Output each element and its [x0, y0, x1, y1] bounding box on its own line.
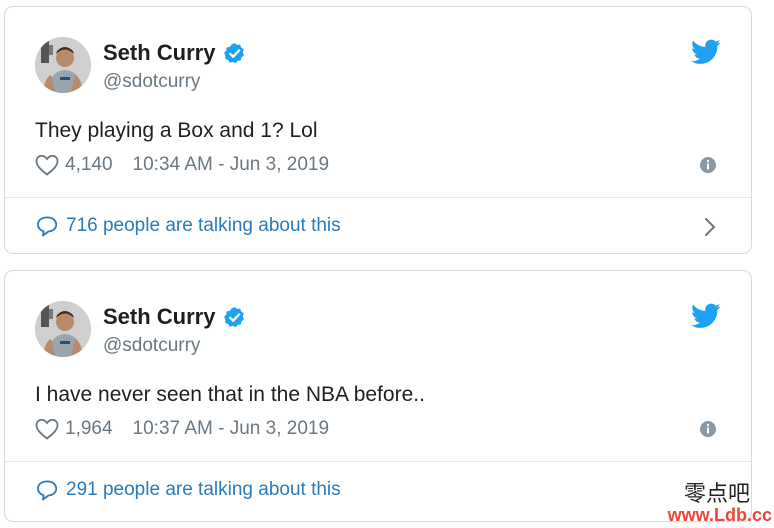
- comment-bubble-icon: [37, 480, 58, 501]
- heart-icon[interactable]: [35, 418, 59, 440]
- comment-bubble-icon: [37, 216, 58, 237]
- twitter-bird-icon[interactable]: [691, 303, 721, 329]
- tweet-meta: 1,964 10:37 AM - Jun 3, 2019: [35, 418, 329, 440]
- author-handle[interactable]: @sdotcurry: [103, 335, 200, 357]
- avatar[interactable]: [35, 301, 91, 357]
- timestamp[interactable]: 10:37 AM - Jun 3, 2019: [133, 418, 329, 440]
- conversation-link[interactable]: 716 people are talking about this: [35, 215, 341, 237]
- tweet-text: They playing a Box and 1? Lol: [35, 119, 318, 142]
- timestamp[interactable]: 10:34 AM - Jun 3, 2019: [133, 154, 329, 176]
- author-name[interactable]: Seth Curry: [103, 304, 215, 330]
- divider: [5, 461, 751, 462]
- twitter-bird-icon[interactable]: [691, 39, 721, 65]
- conversation-count[interactable]: 716 people are talking about this: [66, 215, 341, 237]
- avatar[interactable]: [35, 37, 91, 93]
- verified-badge-icon: [224, 306, 245, 327]
- tweet-meta: 4,140 10:34 AM - Jun 3, 2019: [35, 154, 329, 176]
- watermark-url: www.Ldb.cc: [667, 505, 772, 525]
- conversation-count[interactable]: 291 people are talking about this: [66, 479, 341, 501]
- divider: [5, 197, 751, 198]
- conversation-link[interactable]: 291 people are talking about this: [35, 479, 341, 501]
- heart-icon[interactable]: [35, 154, 59, 176]
- verified-badge-icon: [224, 42, 245, 63]
- info-icon[interactable]: [699, 420, 717, 438]
- tweet-card-2[interactable]: Seth Curry @sdotcurry I have never seen …: [4, 270, 752, 522]
- author-row[interactable]: Seth Curry: [103, 40, 246, 66]
- chevron-right-icon[interactable]: [703, 217, 717, 237]
- like-count[interactable]: 4,140: [65, 154, 113, 176]
- tweet-card-1[interactable]: Seth Curry @sdotcurry They playing a Box…: [4, 6, 752, 254]
- info-icon[interactable]: [699, 156, 717, 174]
- author-row[interactable]: Seth Curry: [103, 304, 246, 330]
- author-handle[interactable]: @sdotcurry: [103, 71, 200, 93]
- watermark: 零点吧 www.Ldb.cc: [652, 476, 774, 528]
- like-count[interactable]: 1,964: [65, 418, 113, 440]
- watermark-chinese-text: 零点吧: [683, 482, 750, 507]
- tweet-text: I have never seen that in the NBA before…: [35, 383, 425, 406]
- author-name[interactable]: Seth Curry: [103, 40, 215, 66]
